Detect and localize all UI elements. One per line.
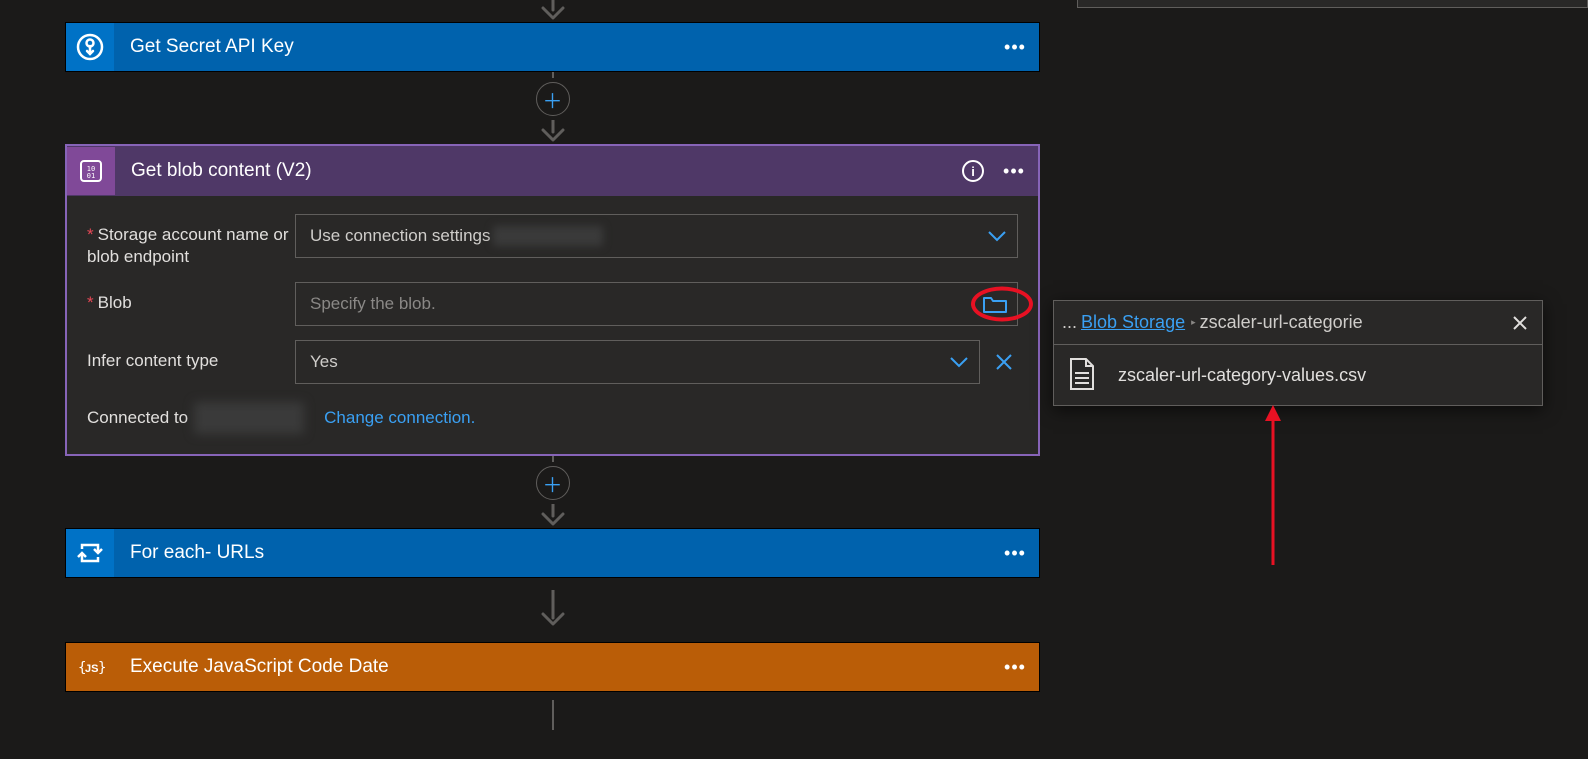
action-card-header[interactable]: 10 01 Get blob content (V2) i •••	[67, 146, 1038, 196]
action-card-get-secret[interactable]: Get Secret API Key •••	[65, 22, 1040, 72]
blob-path-input[interactable]: Specify the blob.	[295, 282, 1018, 326]
card-title: Get Secret API Key	[130, 36, 294, 57]
infer-content-type-dropdown[interactable]: Yes	[295, 340, 980, 384]
field-label: Storage account name or blob endpoint	[87, 225, 289, 266]
breadcrumb-ellipsis[interactable]: ...	[1062, 312, 1077, 333]
right-panel-edge	[1077, 0, 1588, 8]
card-title: Execute JavaScript Code Date	[130, 656, 389, 677]
connector-arrow-icon	[539, 0, 567, 22]
close-picker-button[interactable]	[1506, 309, 1534, 337]
breadcrumb-separator: ▸	[1191, 317, 1196, 328]
more-menu-button[interactable]: •••	[1001, 653, 1029, 681]
more-menu-button[interactable]: •••	[1000, 157, 1028, 185]
picker-file-item[interactable]: zscaler-url-category-values.csv	[1054, 345, 1542, 405]
annotation-arrow	[1263, 405, 1283, 565]
breadcrumb-current: zscaler-url-categorie	[1200, 312, 1506, 333]
keyvault-icon	[66, 23, 114, 71]
action-card-foreach[interactable]: For each- URLs •••	[65, 528, 1040, 578]
redacted-text	[493, 226, 603, 246]
card-title: For each- URLs	[130, 542, 264, 563]
storage-account-dropdown[interactable]: Use connection settings	[295, 214, 1018, 258]
folder-picker-button[interactable]	[981, 292, 1009, 316]
chevron-down-icon	[949, 355, 969, 369]
more-menu-button[interactable]: •••	[1001, 33, 1029, 61]
card-title: Get blob content (V2)	[131, 160, 312, 181]
connector-arrow-icon	[539, 120, 567, 144]
blob-storage-icon: 10 01	[67, 147, 115, 195]
info-button[interactable]: i	[962, 160, 984, 182]
foreach-loop-icon	[66, 529, 114, 577]
breadcrumb-link[interactable]: Blob Storage	[1081, 312, 1185, 333]
svg-text:JS: JS	[85, 663, 98, 675]
field-label: Infer content type	[87, 351, 218, 370]
add-step-button[interactable]: ＋	[536, 466, 570, 500]
svg-text:}: }	[98, 660, 105, 676]
blob-file-picker: ... Blob Storage ▸ zscaler-url-categorie…	[1053, 300, 1543, 406]
file-icon	[1068, 357, 1098, 393]
file-name: zscaler-url-category-values.csv	[1118, 365, 1366, 386]
action-card-execute-js[interactable]: { JS } Execute JavaScript Code Date •••	[65, 642, 1040, 692]
field-label: Blob	[98, 293, 132, 312]
javascript-icon: { JS }	[66, 643, 114, 691]
clear-field-button[interactable]	[990, 348, 1018, 376]
placeholder-text: Specify the blob.	[310, 294, 436, 314]
action-card-get-blob-content: 10 01 Get blob content (V2) i ••• *Stora…	[65, 144, 1040, 456]
svg-text:01: 01	[87, 172, 95, 180]
chevron-down-icon	[987, 229, 1007, 243]
connector-arrow-icon	[539, 504, 567, 528]
more-menu-button[interactable]: •••	[1001, 539, 1029, 567]
redacted-text	[194, 402, 304, 434]
connector-arrow-icon	[539, 590, 567, 630]
dropdown-value: Yes	[310, 352, 338, 372]
connected-to-label: Connected to	[87, 408, 188, 428]
add-step-button[interactable]: ＋	[536, 82, 570, 116]
dropdown-value: Use connection settings	[310, 226, 491, 246]
change-connection-link[interactable]: Change connection.	[324, 408, 475, 428]
